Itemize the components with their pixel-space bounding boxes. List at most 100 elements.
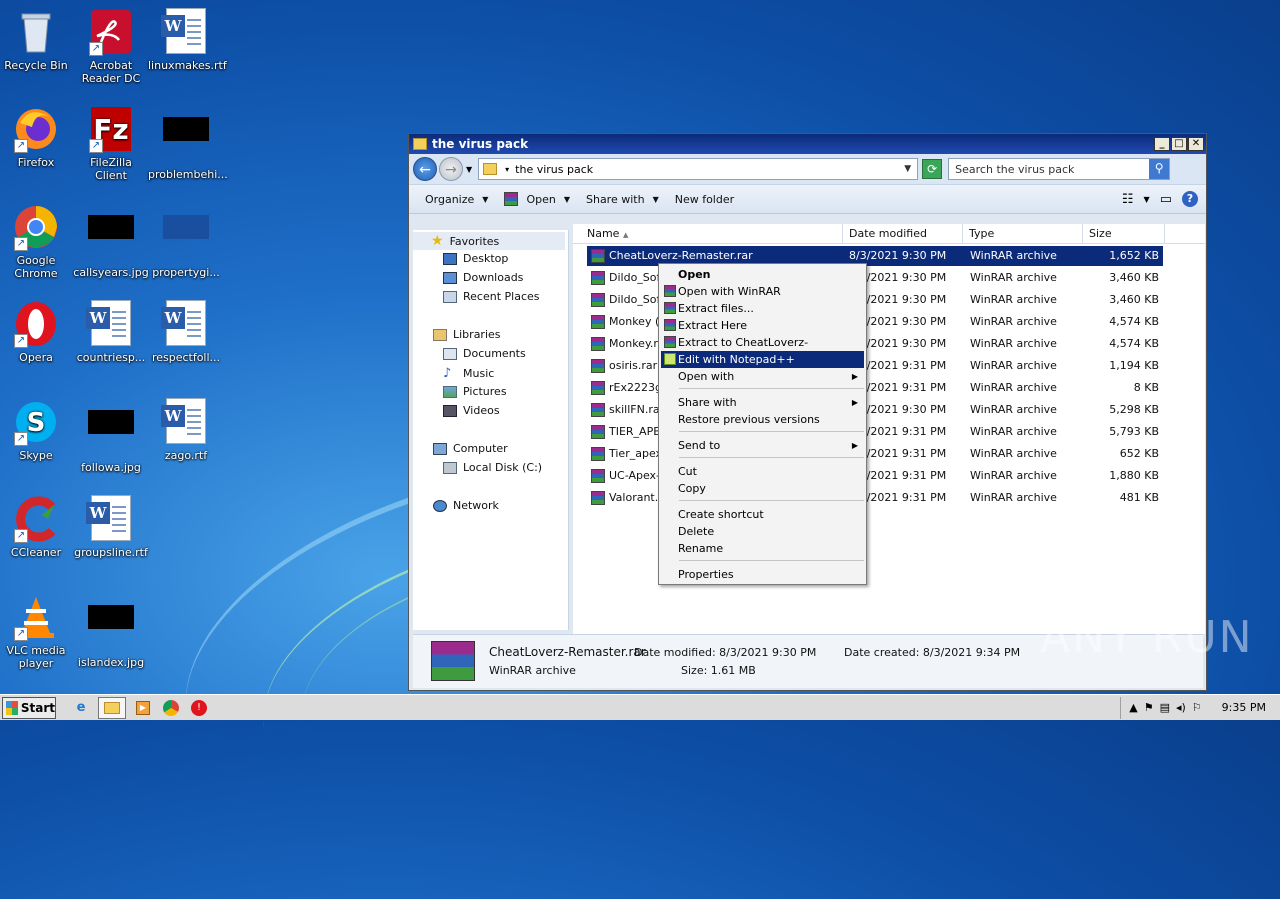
- desktop-icon-label: countriesp...: [76, 351, 146, 364]
- shortcut-arrow-icon: ↗: [14, 627, 28, 641]
- network-icon[interactable]: ▤: [1160, 701, 1170, 714]
- refresh-button[interactable]: ⟳: [922, 159, 943, 179]
- desktop-icon-problembehi[interactable]: problembehi...: [148, 105, 228, 181]
- desktop-icon-firefox[interactable]: ↗ Firefox: [0, 105, 74, 169]
- help-icon[interactable]: ?: [1182, 191, 1198, 207]
- windows-explorer-icon[interactable]: [98, 696, 126, 719]
- file-size-cell: 1,652 KB: [1109, 249, 1159, 262]
- desktop-icon-groupsline[interactable]: W groupsline.rtf: [73, 495, 149, 559]
- opera-taskbar-icon[interactable]: !: [188, 697, 210, 719]
- menu-item-properties[interactable]: Properties: [661, 566, 864, 583]
- menu-item-edit-with-notepadpp[interactable]: Edit with Notepad++: [661, 351, 864, 368]
- desktop-icon-ccleaner[interactable]: ↗ CCleaner: [0, 495, 74, 559]
- internet-explorer-icon[interactable]: e: [70, 697, 92, 719]
- desktop-icon-label: problembehi...: [148, 168, 228, 181]
- nav-downloads[interactable]: Downloads: [443, 271, 523, 284]
- menu-item-open[interactable]: Open: [661, 266, 864, 283]
- desktop-icon-callsyears[interactable]: callsyears.jpg: [73, 203, 149, 279]
- clock[interactable]: 9:35 PM: [1222, 701, 1266, 714]
- nav-label: Computer: [453, 442, 508, 455]
- address-dropdown-icon[interactable]: ▼: [904, 164, 911, 174]
- column-header-name[interactable]: Name ▲: [581, 224, 843, 244]
- desktop-icon-zago[interactable]: W zago.rtf: [148, 398, 224, 462]
- nav-documents[interactable]: Documents: [443, 347, 526, 360]
- desktop-icon-label: callsyears.jpg: [73, 266, 149, 279]
- nav-desktop[interactable]: Desktop: [443, 252, 508, 265]
- column-header-size[interactable]: Size: [1083, 224, 1165, 244]
- nav-libraries[interactable]: Libraries: [433, 328, 501, 341]
- desktop-icon-propertygi[interactable]: propertygi...: [148, 203, 224, 279]
- recent-places-icon: [443, 290, 457, 303]
- nav-videos[interactable]: Videos: [443, 404, 500, 417]
- menu-label: Restore previous versions: [678, 413, 820, 426]
- recent-pages-dropdown-icon[interactable]: ▼: [466, 165, 472, 174]
- menu-item-extract-here[interactable]: Extract Here: [661, 317, 864, 334]
- nav-label: Documents: [463, 347, 526, 360]
- desktop-icon-opera[interactable]: ↗ Opera: [0, 300, 74, 364]
- nav-recent-places[interactable]: Recent Places: [443, 290, 540, 303]
- nav-local-disk[interactable]: Local Disk (C:): [443, 461, 542, 474]
- nav-pictures[interactable]: Pictures: [443, 385, 507, 398]
- menu-item-open-with-winrar[interactable]: Open with WinRAR: [661, 283, 864, 300]
- menu-label: Open: [678, 268, 711, 281]
- file-type-cell: WinRAR archive: [970, 293, 1057, 306]
- media-player-icon[interactable]: ▶: [132, 697, 154, 719]
- start-button[interactable]: Start: [2, 696, 56, 719]
- nav-favorites[interactable]: ★ Favorites: [413, 232, 565, 250]
- preview-pane-icon[interactable]: ▭: [1160, 192, 1172, 207]
- desktop-icon-acrobat[interactable]: ↗ Acrobat Reader DC: [73, 8, 149, 85]
- desktop-icon-label: Google Chrome: [14, 254, 58, 280]
- desktop-icon-countriesp[interactable]: W countriesp...: [73, 300, 149, 364]
- menu-item-extract-files[interactable]: Extract files...: [661, 300, 864, 317]
- show-hidden-icons-icon[interactable]: ▲: [1129, 701, 1137, 714]
- menu-item-create-shortcut[interactable]: Create shortcut: [661, 506, 864, 523]
- address-field[interactable]: ▾ the virus pack ▼: [478, 158, 919, 180]
- menu-item-restore-previous-versions[interactable]: Restore previous versions: [661, 411, 864, 428]
- search-icon[interactable]: ⚲: [1149, 159, 1170, 179]
- nav-computer[interactable]: Computer: [433, 442, 508, 455]
- chevron-down-icon[interactable]: ▼: [1144, 195, 1150, 204]
- volume-icon[interactable]: ◂): [1176, 701, 1186, 714]
- chrome-taskbar-icon[interactable]: [160, 697, 182, 719]
- minimize-button[interactable]: _: [1154, 137, 1170, 151]
- menu-separator: [679, 388, 864, 389]
- flag-icon[interactable]: ⚐: [1192, 701, 1202, 714]
- menu-item-open-with[interactable]: Open with ▶: [661, 368, 864, 385]
- menu-item-rename[interactable]: Rename: [661, 540, 864, 557]
- desktop-icon-linuxmakes[interactable]: W linuxmakes.rtf: [148, 8, 227, 72]
- nav-network[interactable]: Network: [433, 499, 499, 512]
- new-folder-button[interactable]: New folder: [667, 193, 742, 206]
- back-button[interactable]: ←: [413, 157, 437, 181]
- desktop-icon-recycle-bin[interactable]: Recycle Bin: [0, 8, 74, 72]
- menu-item-delete[interactable]: Delete: [661, 523, 864, 540]
- view-options-icon[interactable]: ☷: [1122, 192, 1134, 207]
- forward-button[interactable]: →: [439, 157, 463, 181]
- file-type-cell: WinRAR archive: [970, 469, 1057, 482]
- desktop-icon-followa[interactable]: followa.jpg: [73, 398, 149, 474]
- desktop-icon-islandex[interactable]: islandex.jpg: [73, 593, 149, 669]
- desktop-icon-filezilla[interactable]: Fz ↗ FileZilla Client: [73, 105, 149, 182]
- desktop-icon-chrome[interactable]: ↗ Google Chrome: [0, 203, 74, 280]
- image-thumbnail-icon: [87, 605, 135, 653]
- chevron-down-icon[interactable]: ▾: [505, 165, 509, 174]
- desktop-icon-vlc[interactable]: ↗ VLC media player: [0, 593, 74, 670]
- column-header-date[interactable]: Date modified: [843, 224, 963, 244]
- nav-music[interactable]: ♪ Music: [443, 366, 494, 381]
- menu-item-send-to[interactable]: Send to ▶: [661, 437, 864, 454]
- search-input[interactable]: Search the virus pack ⚲: [948, 158, 1171, 180]
- open-button[interactable]: Open ▼: [496, 192, 578, 206]
- menu-item-share-with[interactable]: Share with ▶: [661, 394, 864, 411]
- menu-item-extract-to[interactable]: Extract to CheatLoverz-Remaster\: [661, 334, 864, 366]
- column-header-type[interactable]: Type: [963, 224, 1083, 244]
- menu-item-cut[interactable]: Cut: [661, 463, 864, 480]
- menu-item-copy[interactable]: Copy: [661, 480, 864, 497]
- share-with-button[interactable]: Share with ▼: [578, 193, 667, 206]
- window-titlebar[interactable]: the virus pack _ □ ✕: [409, 134, 1206, 154]
- action-center-icon[interactable]: ⚑: [1144, 701, 1154, 714]
- desktop-icon-respectfoll[interactable]: W respectfoll...: [148, 300, 224, 364]
- organize-button[interactable]: Organize ▼: [417, 193, 496, 206]
- maximize-button[interactable]: □: [1171, 137, 1187, 151]
- details-size: Size: 1.61 MB: [681, 664, 756, 677]
- close-button[interactable]: ✕: [1188, 137, 1204, 151]
- desktop-icon-skype[interactable]: S ↗ Skype: [0, 398, 74, 462]
